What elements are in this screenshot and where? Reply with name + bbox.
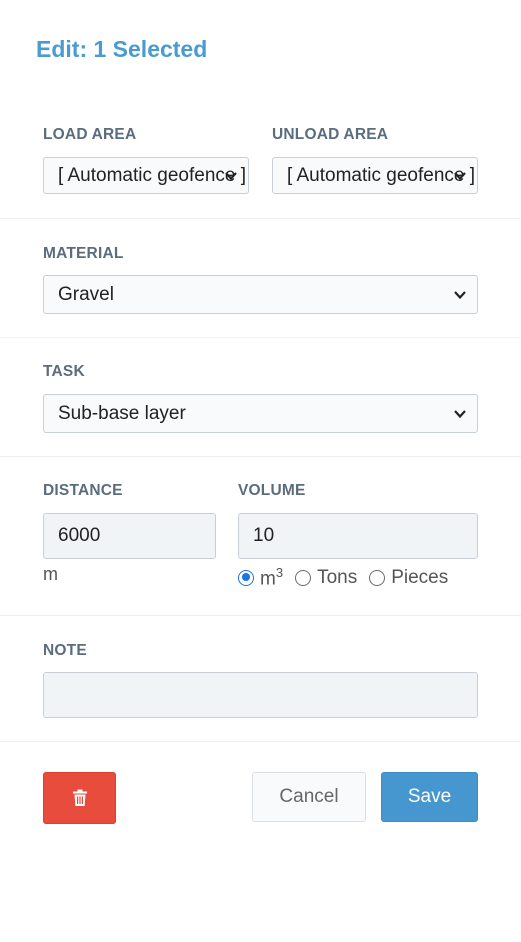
trash-icon: [72, 789, 87, 806]
unload-area-value: [ Automatic geofence ]: [287, 165, 476, 186]
task-select[interactable]: Sub-base layer: [43, 394, 478, 433]
save-button[interactable]: Save: [381, 772, 478, 822]
radio-label-tons: Tons: [317, 566, 358, 588]
material-value: Gravel: [58, 284, 114, 305]
section-divider: [0, 741, 521, 742]
load-area-select[interactable]: [ Automatic geofence ]: [43, 157, 249, 194]
load-area-value: [ Automatic geofence ]: [58, 165, 247, 186]
volume-unit-radio-group: m3 Tons Pieces: [238, 565, 460, 590]
volume-label: VOLUME: [238, 482, 306, 499]
section-divider: [0, 337, 521, 338]
section-divider: [0, 615, 521, 616]
radio-option-tons[interactable]: Tons: [295, 567, 357, 589]
note-label: NOTE: [43, 642, 87, 659]
material-label: MATERIAL: [43, 245, 124, 262]
chevron-down-icon: [454, 172, 466, 181]
chevron-down-icon: [454, 291, 466, 300]
radio-button[interactable]: [369, 569, 386, 586]
load-area-label: LOAD AREA: [43, 126, 137, 143]
task-value: Sub-base layer: [58, 403, 186, 424]
radio-button[interactable]: [238, 569, 254, 586]
material-select[interactable]: Gravel: [43, 275, 478, 314]
section-divider: [0, 218, 521, 219]
unload-area-select[interactable]: [ Automatic geofence ]: [272, 157, 478, 194]
radio-option-m3[interactable]: m3: [238, 565, 283, 590]
note-input[interactable]: [43, 672, 478, 718]
section-divider: [0, 456, 521, 457]
chevron-down-icon: [454, 410, 466, 419]
radio-label-pieces: Pieces: [391, 566, 449, 588]
radio-option-pieces[interactable]: Pieces: [369, 567, 448, 589]
distance-input[interactable]: 6000: [43, 513, 216, 559]
cancel-button[interactable]: Cancel: [252, 772, 366, 822]
volume-input[interactable]: 10: [238, 513, 478, 559]
distance-label: DISTANCE: [43, 482, 123, 499]
distance-unit: m: [43, 564, 58, 584]
task-label: TASK: [43, 363, 85, 380]
delete-button[interactable]: [43, 772, 116, 824]
unload-area-label: UNLOAD AREA: [272, 126, 389, 143]
radio-button[interactable]: [295, 569, 312, 586]
radio-label-m3: m3: [260, 565, 284, 590]
chevron-down-icon: [225, 172, 237, 181]
page-title: Edit: 1 Selected: [36, 36, 208, 62]
